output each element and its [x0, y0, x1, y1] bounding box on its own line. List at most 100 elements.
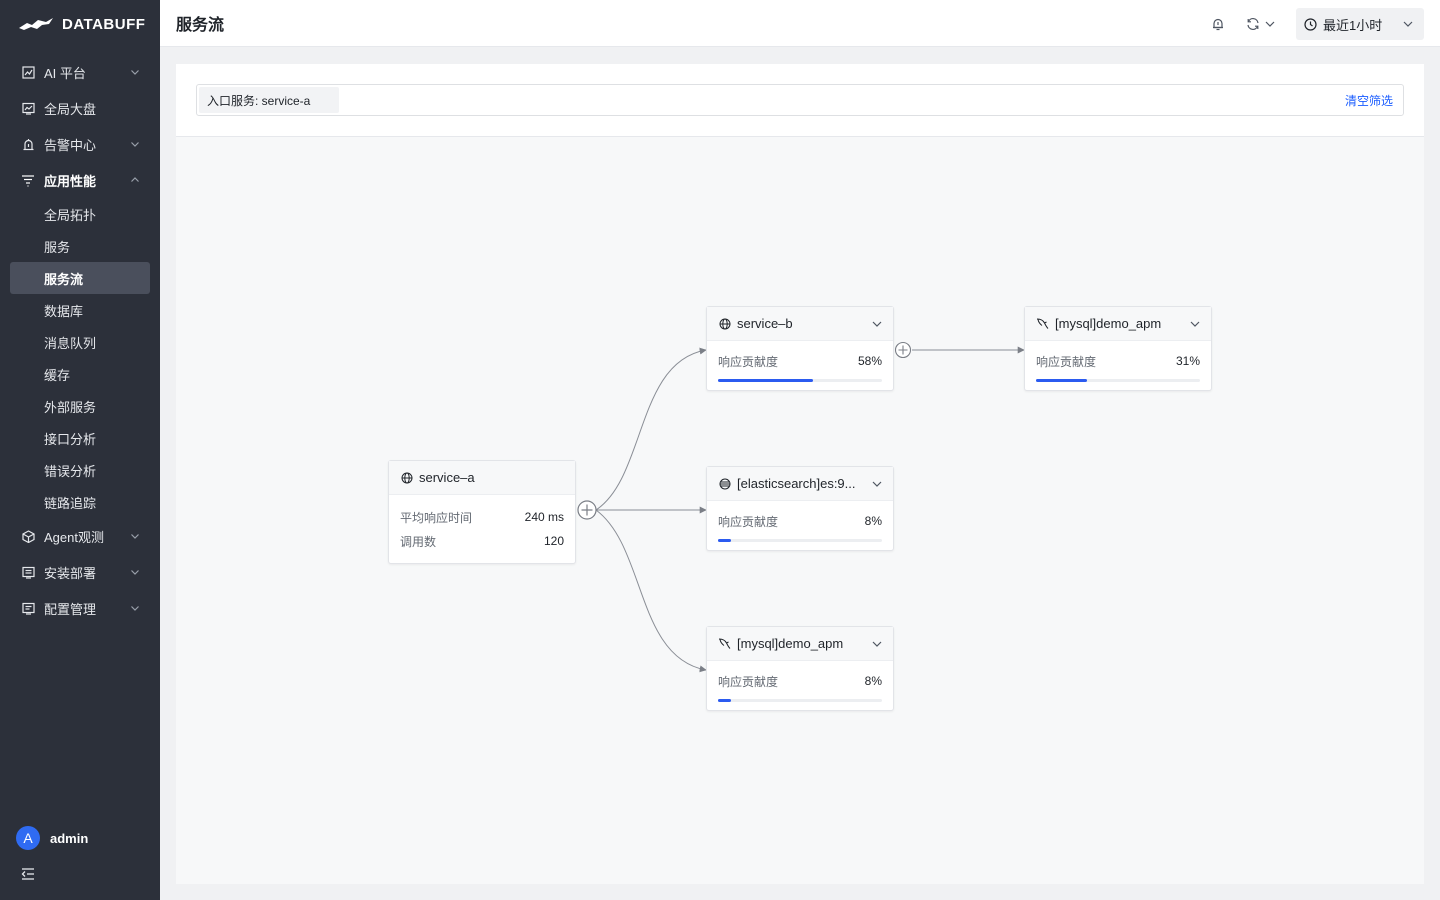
sidebar-item-label: 告警中心	[44, 137, 97, 153]
contribution-bar-fill	[718, 699, 732, 702]
sidebar-item-agent-observe[interactable]: Agent观测	[0, 518, 160, 554]
chevron-down-icon	[131, 142, 139, 147]
node-body: 平均响应时间 240 ms 调用数 120	[389, 495, 575, 563]
sidebar-subitem-cache[interactable]: 缓存	[10, 358, 150, 390]
cube-icon	[20, 528, 36, 544]
refresh-icon	[1247, 18, 1259, 30]
elasticsearch-icon	[718, 477, 731, 490]
mysql-icon	[718, 637, 731, 650]
node-title: service–b	[737, 316, 793, 331]
stat-label: 响应贡献度	[718, 674, 779, 689]
node-mysql-demo-apm[interactable]: [mysql]demo_apm 响应贡献度 8%	[706, 626, 894, 711]
databuff-logo-icon	[19, 18, 53, 30]
clear-filter-link[interactable]: 清空筛选	[1345, 92, 1393, 109]
main-content: 入口服务: service-a 清空筛选 service–a 平均响应时间 24…	[176, 64, 1424, 884]
sidebar-subitem-service-flow[interactable]: 服务流	[10, 262, 150, 294]
chevron-down-icon[interactable]	[871, 478, 883, 490]
mysql-icon	[1036, 317, 1049, 330]
filter-lines-icon	[20, 172, 36, 188]
node-mysql-demo-apm-downstream[interactable]: [mysql]demo_apm 响应贡献度 31%	[1024, 306, 1212, 391]
stat-label: 调用数	[400, 534, 437, 549]
avatar[interactable]: A	[16, 826, 40, 850]
contribution-bar	[718, 699, 882, 702]
sidebar-item-config-management[interactable]: 配置管理	[0, 590, 160, 626]
globe-icon	[718, 317, 731, 330]
sidebar: DATABUFF AI 平台 全局大盘 告警中心 应用性能 全局拓扑 服务 服务…	[0, 0, 160, 900]
node-header[interactable]: service–b	[707, 307, 893, 341]
sidebar-item-label: 安装部署	[44, 565, 97, 581]
service-flow-graph[interactable]: service–a 平均响应时间 240 ms 调用数 120 service–…	[176, 137, 1424, 884]
brand-name: DATABUFF	[62, 15, 146, 33]
expand-plus-icon	[577, 500, 597, 520]
chart-icon	[20, 64, 36, 80]
sidebar-item-label: Agent观测	[44, 529, 104, 545]
alarm-icon	[20, 136, 36, 152]
chevron-down-icon	[131, 534, 139, 539]
page-title: 服务流	[176, 17, 225, 34]
avg-response-row: 平均响应时间 240 ms	[400, 505, 564, 529]
contribution-bar-fill	[718, 379, 814, 382]
sidebar-subitem-global-topology[interactable]: 全局拓扑	[10, 198, 150, 230]
chevron-down-icon	[131, 570, 139, 575]
sidebar-subitem-trace[interactable]: 链路追踪	[10, 486, 150, 518]
sidebar-subitem-error-analysis[interactable]: 错误分析	[10, 454, 150, 486]
node-service-b[interactable]: service–b 响应贡献度 58%	[706, 306, 894, 391]
call-count-row: 调用数 120	[400, 529, 564, 553]
node-header[interactable]: [elasticsearch]es:9...	[707, 467, 893, 501]
sidebar-item-ai-platform[interactable]: AI 平台	[0, 54, 160, 90]
contribution-row: 响应贡献度 31%	[1036, 349, 1200, 373]
sidebar-item-global-dashboard[interactable]: 全局大盘	[0, 90, 160, 126]
node-title: [mysql]demo_apm	[737, 636, 844, 651]
stat-value: 8%	[864, 514, 882, 528]
chevron-down-icon	[1403, 21, 1413, 27]
sidebar-item-label: AI 平台	[44, 65, 86, 81]
sidebar-item-alarm-center[interactable]: 告警中心	[0, 126, 160, 162]
node-body: 响应贡献度 8%	[707, 501, 893, 550]
contribution-row: 响应贡献度 8%	[718, 669, 882, 693]
contribution-bar	[718, 379, 882, 382]
expand-plus-icon	[894, 341, 912, 359]
sidebar-subitem-message-queue[interactable]: 消息队列	[10, 326, 150, 358]
node-header[interactable]: [mysql]demo_apm	[1025, 307, 1211, 341]
user-profile[interactable]: A admin	[16, 826, 88, 850]
globe-icon	[400, 471, 413, 484]
edge-a-to-mysql	[595, 509, 707, 673]
sidebar-subitem-database[interactable]: 数据库	[10, 294, 150, 326]
node-service-a[interactable]: service–a 平均响应时间 240 ms 调用数 120	[388, 460, 576, 564]
sidebar-subitem-interface-analysis[interactable]: 接口分析	[10, 422, 150, 454]
contribution-bar-fill	[718, 539, 732, 542]
sidebar-item-install-deploy[interactable]: 安装部署	[0, 554, 160, 590]
contribution-row: 响应贡献度 8%	[718, 509, 882, 533]
filter-bar[interactable]: 入口服务: service-a 清空筛选	[196, 84, 1404, 116]
sidebar-subitem-services[interactable]: 服务	[10, 230, 150, 262]
bell-icon[interactable]	[1210, 16, 1226, 32]
stat-label: 响应贡献度	[718, 514, 779, 529]
chevron-down-icon[interactable]	[871, 318, 883, 330]
collapse-sidebar-icon[interactable]	[20, 866, 36, 882]
clock-icon	[1304, 17, 1317, 31]
node-title: [elasticsearch]es:9...	[737, 476, 856, 491]
stat-label: 响应贡献度	[1036, 354, 1097, 369]
node-title: service–a	[419, 470, 475, 485]
list-icon	[20, 564, 36, 580]
stat-value: 8%	[864, 674, 882, 688]
sidebar-item-label: 全局大盘	[44, 101, 97, 117]
node-title: [mysql]demo_apm	[1055, 316, 1162, 331]
logo[interactable]: DATABUFF	[0, 0, 160, 48]
time-range-picker[interactable]: 最近1小时	[1296, 8, 1424, 40]
chevron-down-icon[interactable]	[1189, 318, 1201, 330]
time-range-label: 最近1小时	[1323, 17, 1383, 33]
node-elasticsearch[interactable]: [elasticsearch]es:9... 响应贡献度 8%	[706, 466, 894, 551]
node-header[interactable]: [mysql]demo_apm	[707, 627, 893, 661]
node-header[interactable]: service–a	[389, 461, 575, 495]
chevron-down-icon	[131, 606, 139, 611]
chevron-down-icon	[1265, 21, 1275, 27]
stat-value: 31%	[1175, 354, 1200, 368]
stat-label: 响应贡献度	[718, 354, 779, 369]
stat-value: 120	[543, 534, 564, 548]
sidebar-subitem-external-services[interactable]: 外部服务	[10, 390, 150, 422]
chevron-down-icon[interactable]	[871, 638, 883, 650]
entry-service-filter-tag[interactable]: 入口服务: service-a	[199, 87, 339, 113]
refresh-dropdown[interactable]	[1246, 17, 1276, 31]
sidebar-item-app-performance[interactable]: 应用性能	[0, 162, 160, 198]
